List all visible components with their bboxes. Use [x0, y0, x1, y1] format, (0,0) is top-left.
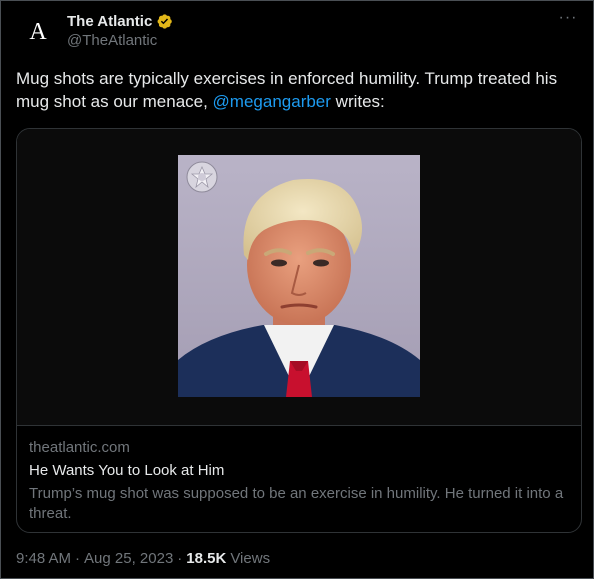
- gold-verified-icon: [157, 13, 173, 29]
- card-title[interactable]: He Wants You to Look at Him: [29, 461, 569, 481]
- handle[interactable]: @TheAtlantic: [67, 32, 173, 49]
- card-meta: theatlantic.com He Wants You to Look at …: [29, 438, 569, 524]
- tweet-date[interactable]: Aug 25, 2023: [84, 550, 173, 567]
- avatar[interactable]: A: [19, 13, 57, 51]
- card-domain: theatlantic.com: [29, 439, 130, 456]
- mention-link[interactable]: @megangarber: [213, 92, 331, 111]
- sheriff-seal: [186, 161, 218, 193]
- card-media[interactable]: [17, 129, 581, 426]
- display-name[interactable]: The Atlantic: [67, 13, 152, 30]
- card-description: Trump’s mug shot was supposed to be an e…: [29, 485, 564, 522]
- tweet: A The Atlantic @TheAtlantic ··· Mug shot…: [0, 0, 594, 579]
- mug-shot-photo: [178, 155, 420, 397]
- atlantic-logo: A: [29, 19, 47, 45]
- more-icon[interactable]: ···: [557, 10, 579, 31]
- views-count[interactable]: 18.5K: [186, 550, 226, 567]
- author-names: The Atlantic @TheAtlantic: [67, 11, 173, 49]
- views-label: Views: [230, 550, 271, 567]
- separator: ·: [177, 550, 183, 567]
- link-card[interactable]: theatlantic.com He Wants You to Look at …: [16, 128, 582, 533]
- tweet-footer: 9:48 AM · Aug 25, 2023 · 18.5K Views: [16, 550, 270, 567]
- separator: ·: [75, 550, 81, 567]
- tweet-time[interactable]: 9:48 AM: [16, 550, 71, 567]
- display-name-row: The Atlantic: [67, 11, 173, 31]
- tweet-header: A The Atlantic @TheAtlantic ···: [19, 10, 579, 55]
- tweet-text-end: writes:: [330, 92, 385, 111]
- tweet-text: Mug shots are typically exercises in enf…: [16, 67, 578, 113]
